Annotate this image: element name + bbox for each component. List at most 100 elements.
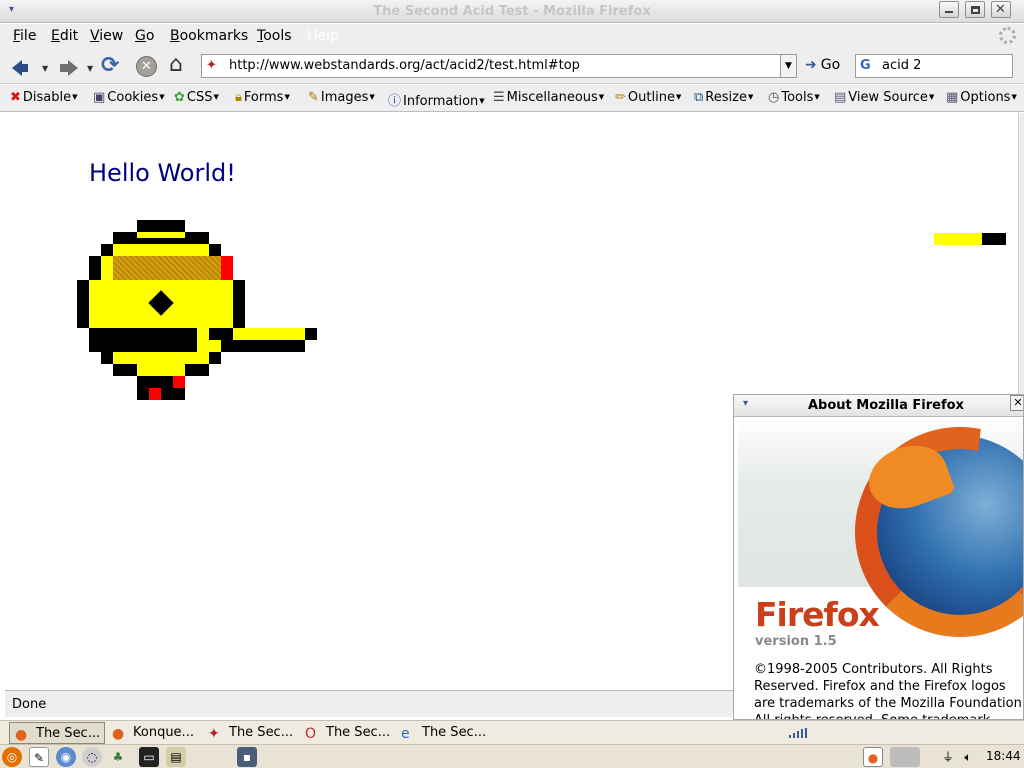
search-box[interactable]: G acid 2: [855, 54, 1013, 78]
url-bar[interactable]: ✦ http://www.webstandards.org/act/acid2/…: [201, 54, 781, 78]
opera-icon: O: [305, 726, 317, 742]
firefox-icon: ●: [15, 727, 28, 743]
back-button[interactable]: [10, 55, 34, 77]
dev-images-menu[interactable]: ✎ Images▼: [308, 90, 375, 105]
task-acid-test-opera[interactable]: O The Sec...: [300, 722, 396, 744]
panel-clock[interactable]: 18:44: [986, 749, 1021, 763]
dev-disable-menu[interactable]: ✖ Disable▼: [10, 90, 78, 105]
cd-icon[interactable]: ◌: [82, 747, 102, 767]
dev-information-menu[interactable]: ⓘ Information▼: [388, 90, 485, 109]
firefox-icon: ●: [112, 726, 125, 742]
forms-lock-icon: 🔒︎: [235, 90, 242, 105]
dev-css-label: CSS: [186, 90, 213, 105]
dev-options-label: Options: [960, 90, 1011, 105]
hello-world-heading: Hello World!: [89, 159, 236, 187]
task-firefox-active[interactable]: ● The Sec...: [9, 722, 105, 744]
network-signal-icon: [789, 728, 807, 738]
minimize-button[interactable]: [939, 1, 959, 18]
dev-forms-label: Forms: [243, 90, 284, 105]
terminal-icon[interactable]: ▭: [139, 747, 159, 767]
menu-tools[interactable]: Tools: [257, 28, 292, 44]
home-button[interactable]: ⌂: [169, 52, 193, 77]
messenger-icon[interactable]: ♣: [108, 747, 128, 767]
file-manager-icon[interactable]: ▤: [166, 747, 186, 767]
menu-edit[interactable]: Edit: [51, 28, 78, 44]
forward-arrow-icon: [60, 60, 78, 76]
menu-file[interactable]: File: [13, 28, 36, 44]
firefox-artwork: [738, 417, 1023, 637]
dialog-menu-icon[interactable]: ▾: [743, 398, 748, 409]
dev-options-menu[interactable]: ▦ Options▼: [946, 90, 1017, 105]
dev-resize-label: Resize: [705, 90, 747, 105]
tray-firefox-icon[interactable]: ●: [863, 747, 883, 767]
dev-outline-label: Outline: [627, 90, 675, 105]
task-acid-test-2[interactable]: ✦ The Sec...: [203, 722, 299, 744]
forward-button[interactable]: [56, 55, 80, 77]
face-smile: [89, 328, 197, 352]
dev-forms-menu[interactable]: 🔒︎ Forms▼: [235, 90, 290, 105]
about-firefox-dialog: ▾ About Mozilla Firefox ✕ Firefox versio…: [733, 394, 1024, 720]
dev-information-label: Information: [403, 94, 479, 109]
go-label: Go: [820, 57, 841, 73]
miscellaneous-icon: ☰: [493, 90, 505, 105]
navigation-toolbar: ▼ ▼ ⟳ ✕ ⌂ ✦ http://www.webstandards.org/…: [0, 48, 1024, 84]
images-icon: ✎: [308, 90, 319, 105]
dialog-close-button[interactable]: ✕: [1010, 395, 1023, 411]
close-button[interactable]: ✕: [991, 1, 1011, 18]
window-list-taskbar: ● The Sec... ● Konque... ✦ The Sec... O The …: [0, 720, 1024, 744]
dev-css-menu[interactable]: ✿ CSS▼: [174, 90, 219, 105]
dev-tools-menu[interactable]: ◷ Tools▼: [768, 90, 820, 105]
reload-button[interactable]: ⟳: [101, 53, 125, 78]
menu-view[interactable]: View: [90, 28, 123, 44]
tray-workspace-preview[interactable]: [890, 747, 920, 767]
volume-icon[interactable]: 🔈︎: [958, 747, 978, 767]
dev-resize-menu[interactable]: ⧉ Resize▼: [694, 90, 753, 105]
window-titlebar: ▾ The Second Acid Test - Mozilla Firefox…: [0, 0, 1024, 23]
search-input[interactable]: acid 2: [882, 58, 921, 73]
dev-view-source-label: View Source: [848, 90, 928, 105]
status-bar: Done: [5, 690, 733, 717]
dev-cookies-label: Cookies: [107, 90, 159, 105]
stop-button[interactable]: ✕: [135, 55, 159, 77]
task-konqueror[interactable]: ● Konque...: [107, 722, 203, 744]
ubuntu-menu-icon[interactable]: ◎: [2, 747, 22, 767]
minimize-icon: [945, 11, 953, 13]
task-acid-test-ie[interactable]: e The Sec...: [396, 722, 492, 744]
about-dialog-titlebar: ▾ About Mozilla Firefox ✕: [734, 395, 1023, 417]
about-dialog-title: About Mozilla Firefox: [808, 398, 964, 413]
text-editor-icon[interactable]: ✎: [29, 747, 49, 767]
back-history-dropdown[interactable]: ▼: [42, 64, 48, 73]
menu-bar: File Edit View Go Bookmarks Tools Help: [0, 24, 1024, 48]
menu-help[interactable]: Help: [307, 28, 339, 44]
options-icon: ▦: [946, 90, 959, 105]
menu-bookmarks[interactable]: Bookmarks: [170, 28, 248, 44]
dev-cookies-menu[interactable]: ▣ Cookies▼: [93, 90, 165, 105]
maximize-button[interactable]: [965, 1, 985, 18]
window-title: The Second Acid Test - Mozilla Firefox: [373, 4, 651, 19]
dev-view-source-menu[interactable]: ▤ View Source▼: [834, 90, 934, 105]
view-source-icon: ▤: [834, 90, 847, 105]
google-engine-icon[interactable]: G: [860, 58, 871, 73]
maximize-icon: [971, 6, 980, 14]
dev-miscellaneous-menu[interactable]: ☰ Miscellaneous▼: [493, 90, 604, 105]
explorer-icon: e: [401, 726, 410, 742]
dev-outline-menu[interactable]: ✏ Outline▼: [615, 90, 681, 105]
power-plug-icon[interactable]: ⏚: [938, 747, 958, 767]
go-button[interactable]: ➜ Go: [805, 57, 840, 73]
url-history-dropdown[interactable]: ▼: [780, 54, 797, 78]
firefox-brand-name: Firefox: [755, 595, 880, 634]
browser-launcher-icon[interactable]: ◉: [56, 747, 76, 767]
task-label: The Sec...: [326, 725, 391, 740]
dev-tools-label: Tools: [781, 90, 814, 105]
activity-throbber-icon: [999, 27, 1016, 44]
test-yellow-block: [934, 233, 982, 245]
back-arrow-icon: [12, 60, 28, 76]
forward-history-dropdown[interactable]: ▼: [87, 64, 93, 73]
go-arrow-icon: ➜: [805, 57, 817, 73]
workspace-switcher-icon[interactable]: ▪: [237, 747, 257, 767]
tools-clock-icon: ◷: [768, 90, 780, 105]
firefox-version: version 1.5: [755, 634, 837, 649]
menu-go[interactable]: Go: [135, 28, 154, 44]
url-text[interactable]: http://www.webstandards.org/act/acid2/te…: [229, 58, 580, 73]
dev-miscellaneous-label: Miscellaneous: [506, 90, 598, 105]
